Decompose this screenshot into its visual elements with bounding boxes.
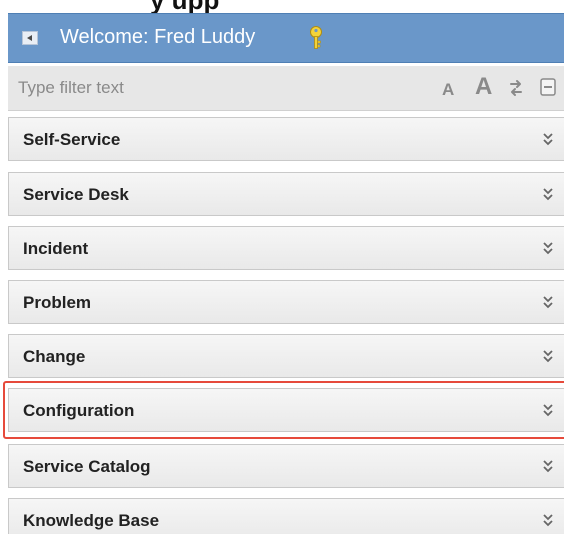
- menu-item-label: Service Desk: [23, 185, 129, 204]
- chevron-double-down-icon[interactable]: [542, 512, 554, 528]
- menu-item-incident[interactable]: Incident: [8, 226, 564, 270]
- chevron-double-down-icon[interactable]: [542, 402, 554, 418]
- menu-item-change[interactable]: Change: [8, 334, 564, 378]
- chevron-double-down-icon[interactable]: [542, 131, 554, 147]
- decrease-font-button[interactable]: A: [442, 80, 454, 100]
- menu-item-problem[interactable]: Problem: [8, 280, 564, 324]
- menu-item-knowledge-base[interactable]: Knowledge Base: [8, 498, 564, 534]
- menu-item-label: Problem: [23, 293, 92, 312]
- menu-item-label: Service Catalog: [23, 457, 151, 476]
- navigator-panel: y upp Welcome: Fred Luddy A A Self-Servi…: [0, 0, 564, 534]
- increase-font-button[interactable]: A: [475, 73, 492, 101]
- triangle-left-icon: [27, 35, 32, 41]
- chevron-double-down-icon[interactable]: [542, 348, 554, 364]
- refresh-icon[interactable]: [507, 78, 525, 98]
- chevron-double-down-icon[interactable]: [542, 240, 554, 256]
- filter-bar: A A: [8, 66, 564, 111]
- menu-item-configuration[interactable]: Configuration: [8, 388, 564, 432]
- menu-item-label: Knowledge Base: [23, 511, 160, 530]
- chevron-double-down-icon[interactable]: [542, 458, 554, 474]
- filter-input[interactable]: [18, 76, 398, 100]
- menu-item-label: Configuration: [23, 401, 135, 420]
- menu-item-service-catalog[interactable]: Service Catalog: [8, 444, 564, 488]
- menu-item-label: Change: [23, 347, 86, 366]
- collapse-all-icon[interactable]: [540, 78, 556, 96]
- chevron-double-down-icon[interactable]: [542, 294, 554, 310]
- welcome-text: Welcome: Fred Luddy: [60, 26, 256, 48]
- menu-item-label: Incident: [23, 239, 89, 258]
- menu-item-service-desk[interactable]: Service Desk: [8, 172, 564, 216]
- collapse-navigator-button[interactable]: [22, 31, 38, 45]
- navigator-header: Welcome: Fred Luddy: [8, 13, 564, 63]
- menu-item-self-service[interactable]: Self-Service: [8, 117, 564, 161]
- chevron-double-down-icon[interactable]: [542, 186, 554, 202]
- key-icon[interactable]: [309, 26, 323, 50]
- menu-item-label: Self-Service: [23, 130, 121, 149]
